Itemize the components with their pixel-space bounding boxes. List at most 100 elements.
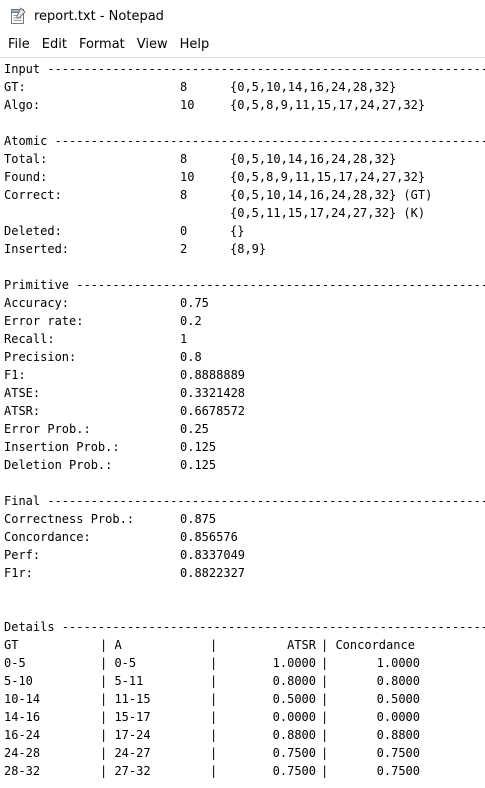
text-segment: Deletion Prob.: xyxy=(4,458,113,472)
text-segment: Accuracy: xyxy=(4,296,70,310)
text-segment: 10 xyxy=(180,170,195,184)
text-line: Total: 8 {0,5,10,14,16,24,28,32} xyxy=(4,150,485,168)
text-segment: 10 xyxy=(180,98,195,112)
text-segment: | xyxy=(321,764,329,778)
text-line: Input ----------------------------------… xyxy=(4,60,485,78)
text-line: GT | A | ATSR | Concordance xyxy=(4,636,485,654)
text-line: 14-16 | 15-17 | 0.0000 | 0.0000 xyxy=(4,708,485,726)
text-segment: | xyxy=(210,746,218,760)
text-segment: GT xyxy=(4,638,19,652)
menu-view[interactable]: View xyxy=(131,34,174,56)
text-segment: | xyxy=(321,710,329,724)
text-segment: Input ----------------------------------… xyxy=(4,62,485,76)
text-segment: | 17-24 xyxy=(100,728,151,742)
text-segment: | xyxy=(321,674,329,688)
text-segment: 1 xyxy=(180,332,188,346)
text-segment: 0.125 xyxy=(180,440,217,454)
text-line: Recall: 1 xyxy=(4,330,485,348)
text-segment: Found: xyxy=(4,170,48,184)
text-segment: 8 xyxy=(180,80,188,94)
text-segment: Algo: xyxy=(4,98,41,112)
text-segment: 0.7500 xyxy=(376,764,420,778)
text-segment: | xyxy=(321,656,329,670)
text-line: Perf: 0.8337049 xyxy=(4,546,485,564)
text-segment: 0.8888889 xyxy=(180,368,246,382)
text-line: Found: 10 {0,5,8,9,11,15,17,24,27,32} xyxy=(4,168,485,186)
text-line: Deletion Prob.: 0.125 xyxy=(4,456,485,474)
text-segment: | 5-11 xyxy=(100,674,144,688)
text-line: Concordance: 0.856576 xyxy=(4,528,485,546)
text-segment: Correct: xyxy=(4,188,62,202)
text-segment: F1: xyxy=(4,368,26,382)
text-segment: | xyxy=(210,656,218,670)
text-line: Error rate: 0.2 xyxy=(4,312,485,330)
text-segment: 0.8000 xyxy=(272,674,316,688)
text-line: 5-10 | 5-11 | 0.8000 | 0.8000 xyxy=(4,672,485,690)
notepad-icon xyxy=(10,7,26,25)
text-segment: | Concordance xyxy=(321,638,415,652)
text-segment: 0.3321428 xyxy=(180,386,246,400)
text-line: Final ----------------------------------… xyxy=(4,492,485,510)
text-segment: | xyxy=(210,638,218,652)
text-line: Precision: 0.8 xyxy=(4,348,485,366)
text-line: F1r: 0.8822327 xyxy=(4,564,485,582)
text-segment: 0.8337049 xyxy=(180,548,246,562)
text-segment: 0.7500 xyxy=(376,746,420,760)
text-segment: | 11-15 xyxy=(100,692,151,706)
text-segment: 0 xyxy=(180,224,188,238)
text-editor-area[interactable]: Input ----------------------------------… xyxy=(0,57,485,788)
text-segment: 0.8822327 xyxy=(180,566,246,580)
text-segment: ATSR: xyxy=(4,404,41,418)
text-line: Correctness Prob.: 0.875 xyxy=(4,510,485,528)
text-segment: | xyxy=(321,728,329,742)
text-segment: 0.6678572 xyxy=(180,404,246,418)
text-segment: 0.8 xyxy=(180,350,202,364)
text-segment: | xyxy=(210,674,218,688)
text-segment: 2 xyxy=(180,242,188,256)
text-segment: 0.7500 xyxy=(272,764,316,778)
text-segment: | 0-5 xyxy=(100,656,137,670)
text-segment: Deleted: xyxy=(4,224,62,238)
text-segment: 0.0000 xyxy=(376,710,420,724)
text-segment: GT: xyxy=(4,80,26,94)
menu-help[interactable]: Help xyxy=(174,34,216,56)
text-segment: 1.0000 xyxy=(376,656,420,670)
text-line: 0-5 | 0-5 | 1.0000 | 1.0000 xyxy=(4,654,485,672)
text-segment: 0.5000 xyxy=(272,692,316,706)
text-line: Deleted: 0 {} xyxy=(4,222,485,240)
text-segment: 1.0000 xyxy=(272,656,316,670)
text-segment: 0.8800 xyxy=(376,728,420,742)
text-segment: 0.8800 xyxy=(272,728,316,742)
text-segment: {0,5,10,14,16,24,28,32} xyxy=(230,80,397,94)
text-line: 24-28 | 24-27 | 0.7500 | 0.7500 xyxy=(4,744,485,762)
text-segment: Total: xyxy=(4,152,48,166)
text-segment: {0,5,8,9,11,15,17,24,27,32} xyxy=(230,98,426,112)
text-segment: 0.25 xyxy=(180,422,209,436)
text-segment: 0.875 xyxy=(180,512,217,526)
menu-edit[interactable]: Edit xyxy=(36,34,73,56)
text-segment: F1r: xyxy=(4,566,33,580)
text-line: Inserted: 2 {8,9} xyxy=(4,240,485,258)
menu-format[interactable]: Format xyxy=(73,34,131,56)
text-segment: 0.856576 xyxy=(180,530,238,544)
text-segment: {} xyxy=(230,224,245,238)
text-segment: Correctness Prob.: xyxy=(4,512,135,526)
text-line: ATSR: 0.6678572 xyxy=(4,402,485,420)
text-segment: | xyxy=(210,710,218,724)
text-segment: {0,5,11,15,17,24,27,32} (K) xyxy=(230,206,426,220)
text-segment: {8,9} xyxy=(230,242,267,256)
text-segment: Insertion Prob.: xyxy=(4,440,120,454)
text-segment: 0.125 xyxy=(180,458,217,472)
text-segment: Details --------------------------------… xyxy=(4,620,485,634)
text-line: Accuracy: 0.75 xyxy=(4,294,485,312)
text-segment: Perf: xyxy=(4,548,41,562)
text-line: Insertion Prob.: 0.125 xyxy=(4,438,485,456)
text-segment: Inserted: xyxy=(4,242,70,256)
text-segment: Final ----------------------------------… xyxy=(4,494,485,508)
text-segment: | xyxy=(321,746,329,760)
text-segment: 28-32 xyxy=(4,764,41,778)
text-line: ATSE: 0.3321428 xyxy=(4,384,485,402)
menu-file[interactable]: File xyxy=(2,34,36,56)
text-segment: Error rate: xyxy=(4,314,84,328)
text-line: Error Prob.: 0.25 xyxy=(4,420,485,438)
